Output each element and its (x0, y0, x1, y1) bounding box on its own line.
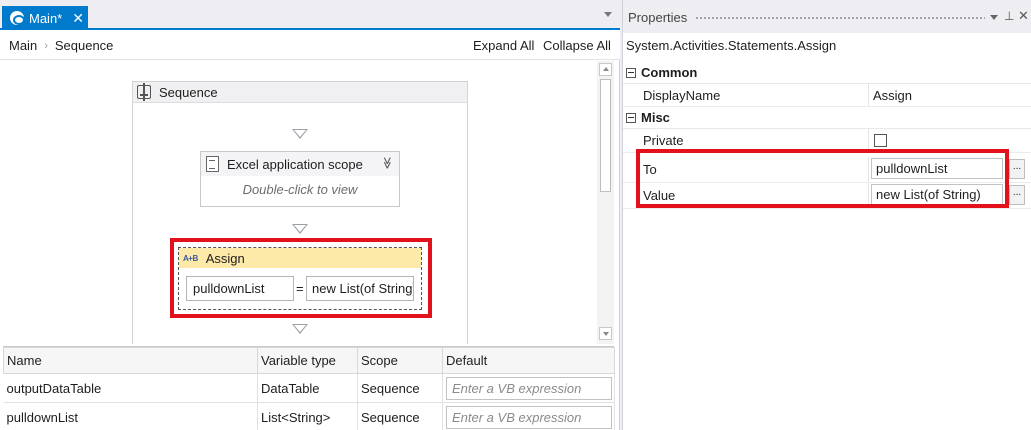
sequence-header[interactable]: Sequence (133, 82, 467, 103)
panel-grip[interactable] (695, 16, 985, 21)
close-icon[interactable]: ✕ (72, 10, 84, 27)
sequence-icon (137, 83, 151, 101)
collapse-all-link[interactable]: Collapse All (543, 38, 611, 53)
properties-title: Properties (628, 10, 688, 25)
variables-header-row: Name Variable type Scope Default (3, 347, 615, 374)
column-header-variable-type[interactable]: Variable type (257, 347, 358, 374)
drop-target-arrow-icon[interactable] (292, 129, 308, 139)
category-common[interactable]: Common (623, 62, 1031, 84)
private-checkbox[interactable] (874, 134, 887, 147)
assign-activity[interactable]: A+B Assign pulldownList = new List(of St… (178, 247, 422, 310)
variable-scope-cell[interactable]: Sequence (357, 402, 443, 430)
variable-default-cell: Enter a VB expression (442, 402, 615, 430)
property-name: DisplayName (643, 87, 721, 103)
document-tab-strip: Main* ✕ (0, 0, 620, 30)
variable-default-cell: Enter a VB expression (442, 373, 615, 403)
excel-scope-header[interactable]: Excel application scope ≫ (201, 152, 399, 176)
variable-type-cell[interactable]: DataTable (257, 373, 358, 403)
drop-target-arrow-icon[interactable] (292, 224, 308, 234)
scroll-down-icon[interactable] (599, 327, 612, 340)
variable-name-cell[interactable]: outputDataTable (3, 373, 258, 403)
variable-scope-cell[interactable]: Sequence (357, 373, 443, 403)
sequence-title: Sequence (159, 84, 218, 100)
collapse-icon[interactable] (626, 67, 636, 78)
scrollbar-thumb[interactable] (600, 79, 611, 192)
assign-title: Assign (205, 250, 245, 266)
designer-vertical-scrollbar[interactable] (597, 61, 614, 344)
property-row-displayname[interactable]: DisplayName Assign (623, 84, 1031, 107)
workflow-file-icon (10, 11, 25, 25)
breadcrumb-separator-icon: › (44, 39, 48, 52)
value-ellipsis-button[interactable]: ... (1009, 185, 1025, 205)
assign-to-field[interactable]: pulldownList (186, 276, 294, 301)
column-header-default[interactable]: Default (442, 347, 615, 374)
to-ellipsis-button[interactable]: ... (1009, 159, 1025, 179)
displayname-value[interactable]: Assign (873, 88, 912, 103)
expand-all-link[interactable]: Expand All (473, 38, 534, 53)
close-icon[interactable]: ✕ (1018, 8, 1029, 24)
excel-application-scope-activity[interactable]: Excel application scope ≫ Double-click t… (200, 151, 400, 207)
pin-icon[interactable]: ⊥ (1004, 9, 1014, 23)
column-header-name[interactable]: Name (3, 347, 258, 374)
tab-main[interactable]: Main* ✕ (2, 6, 88, 30)
excel-document-icon (206, 156, 219, 172)
assign-header[interactable]: A+B Assign (179, 248, 421, 268)
default-value-input[interactable]: Enter a VB expression (446, 405, 612, 429)
panel-menu-dropdown-icon[interactable] (990, 15, 998, 20)
category-misc[interactable]: Misc (623, 107, 1031, 129)
scroll-up-icon[interactable] (599, 63, 612, 76)
breadcrumb-item-main[interactable]: Main (9, 38, 37, 53)
excel-scope-hint: Double-click to view (242, 182, 358, 197)
tab-main-label: Main* (29, 10, 63, 26)
default-value-input[interactable]: Enter a VB expression (446, 376, 612, 400)
column-divider (868, 84, 869, 106)
workflow-designer-pane: Main* ✕ Main › Sequence Expand All Colla… (0, 0, 620, 430)
designer-canvas[interactable]: Sequence Excel application scope ≫ Doubl… (0, 61, 597, 344)
category-label: Common (641, 65, 698, 80)
assign-icon: A+B (183, 253, 198, 263)
breadcrumb-item-sequence[interactable]: Sequence (55, 38, 114, 53)
drop-target-arrow-icon[interactable] (292, 324, 308, 334)
collapse-icon[interactable] (626, 112, 636, 123)
assign-value-field[interactable]: new List(of String) (306, 276, 414, 301)
variable-type-cell[interactable]: List<String> (257, 402, 358, 430)
category-label: Misc (641, 110, 670, 125)
properties-highlight-box (636, 149, 1009, 208)
excel-scope-title: Excel application scope (227, 156, 363, 172)
variable-name-cell[interactable]: pulldownList (3, 402, 258, 430)
breadcrumb: Main › Sequence (9, 38, 113, 53)
expand-collapse-icon[interactable]: ≫ (381, 157, 395, 170)
properties-title-bar[interactable]: Properties ⊥ ✕ (623, 0, 1031, 33)
table-row[interactable]: pulldownList List<String> Sequence Enter… (3, 402, 615, 430)
assign-equals-sign: = (296, 281, 304, 296)
variables-table: Name Variable type Scope Default outputD… (3, 347, 615, 430)
property-name: Private (643, 133, 684, 148)
breadcrumb-bar: Main › Sequence Expand All Collapse All (0, 30, 620, 60)
selected-activity-type: System.Activities.Statements.Assign (626, 38, 837, 53)
properties-panel: Properties ⊥ ✕ System.Activities.Stateme… (622, 0, 1031, 430)
table-row[interactable]: outputDataTable DataTable Sequence Enter… (3, 373, 615, 403)
variables-panel: Name Variable type Scope Default outputD… (3, 346, 615, 430)
tab-list-dropdown-icon[interactable] (604, 12, 612, 17)
column-header-scope[interactable]: Scope (357, 347, 443, 374)
